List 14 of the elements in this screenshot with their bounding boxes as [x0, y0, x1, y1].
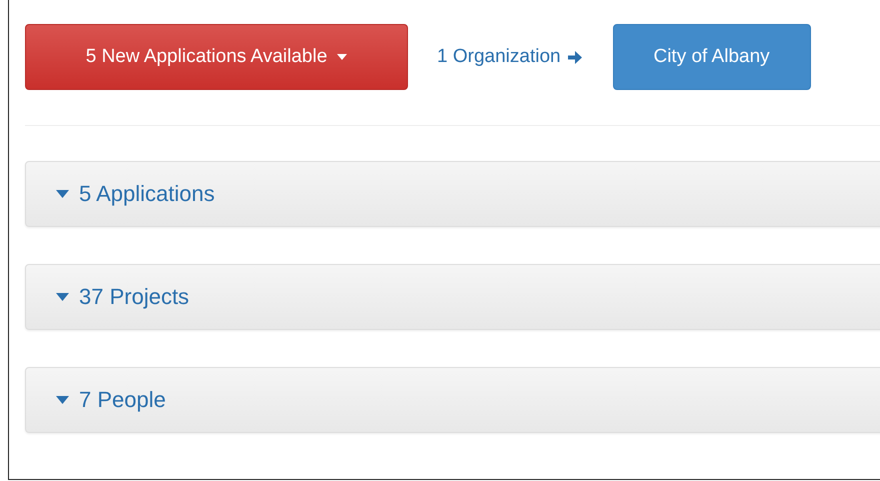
caret-down-icon [56, 293, 69, 301]
caret-down-icon [337, 54, 348, 60]
organization-button[interactable]: City of Albany [612, 24, 811, 90]
panel-title: 7 People [79, 387, 166, 413]
panel-header[interactable]: 37 Projects [25, 264, 880, 330]
arrow-right-icon [566, 50, 583, 64]
panel-title: 5 Applications [79, 181, 215, 207]
panel-header[interactable]: 5 Applications [25, 161, 880, 227]
organization-link[interactable]: 1 Organization [437, 46, 583, 68]
caret-down-icon [56, 190, 69, 198]
panel-title: 37 Projects [79, 284, 190, 310]
panel-header[interactable]: 7 People [25, 367, 880, 433]
caret-down-icon [56, 396, 69, 404]
applications-dropdown-button[interactable]: 5 New Applications Available [25, 24, 408, 90]
